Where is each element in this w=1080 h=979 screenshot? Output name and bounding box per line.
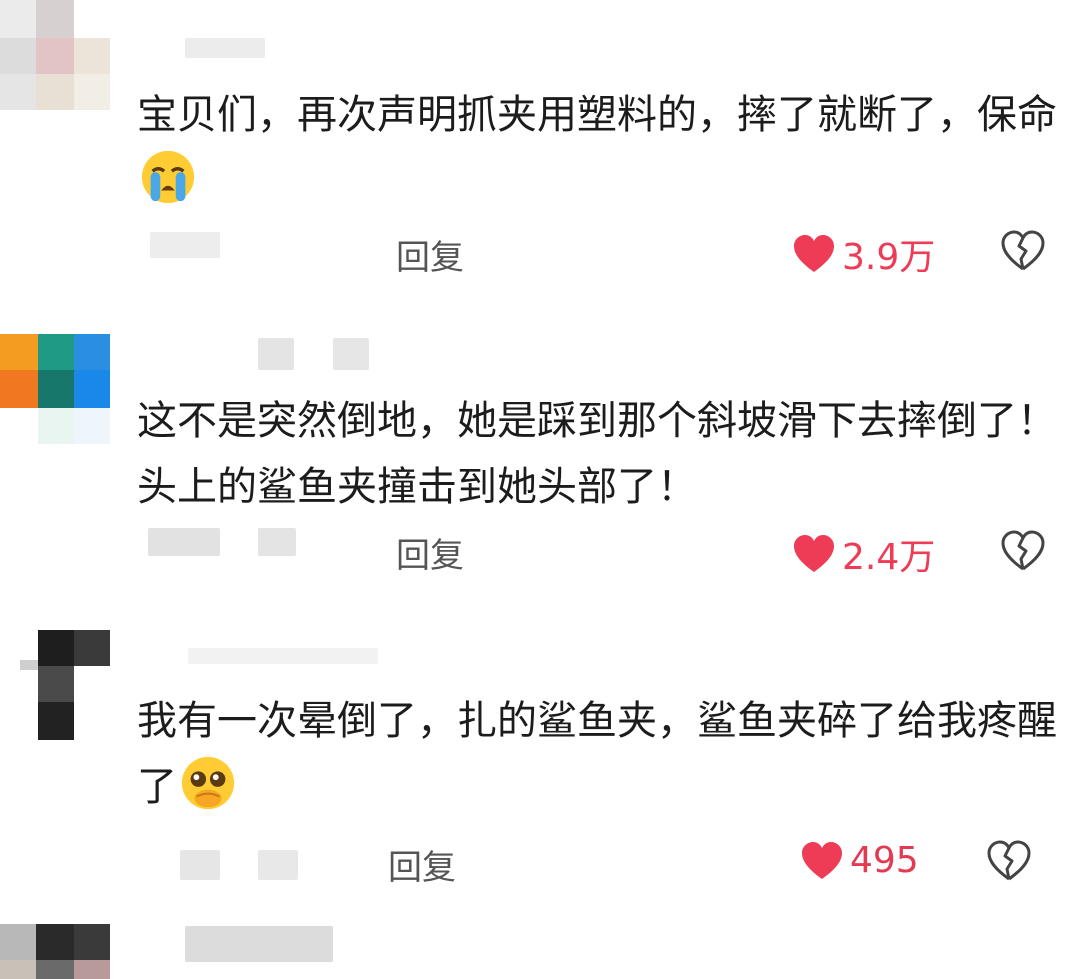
- avatar[interactable]: [0, 334, 110, 444]
- comment-text: 这不是突然倒地，她是踩到那个斜坡滑下去摔倒了！头上的鲨鱼夹撞击到她头部了！: [137, 398, 1057, 510]
- loudly-crying-face-icon: [141, 150, 195, 204]
- timestamp-blurred: [258, 850, 298, 880]
- like-button[interactable]: 495: [800, 840, 919, 881]
- comment-text: 宝贝们，再次声明抓夹用塑料的，摔了就断了，保命: [137, 82, 1057, 214]
- username-blurred[interactable]: [258, 338, 294, 370]
- reply-button[interactable]: 回复: [396, 230, 464, 279]
- pleading-face-icon: [181, 756, 235, 810]
- heart-icon: [794, 235, 834, 272]
- heart-icon: [794, 535, 834, 572]
- comment-item: 我有一次晕倒了，扎的鲨鱼夹，鲨鱼夹碎了给我疼醒了 回复 495: [0, 610, 1080, 910]
- like-count: 2.4万: [842, 537, 936, 578]
- broken-heart-icon[interactable]: [986, 840, 1032, 882]
- comment-item: 这不是突然倒地，她是踩到那个斜坡滑下去摔倒了！头上的鲨鱼夹撞击到她头部了！ 回复…: [0, 300, 1080, 610]
- heart-icon: [802, 841, 842, 879]
- comment-item: 宝贝们，再次声明抓夹用塑料的，摔了就断了，保命 回复 3.9万: [0, 0, 1080, 300]
- username-blurred[interactable]: [185, 38, 265, 58]
- avatar[interactable]: [0, 630, 110, 740]
- username-blurred[interactable]: [188, 648, 378, 664]
- like-count: 3.9万: [842, 237, 936, 278]
- broken-heart-icon[interactable]: [1000, 230, 1046, 272]
- like-count: 495: [850, 840, 919, 881]
- username-blurred: [333, 338, 369, 370]
- timestamp-blurred: [150, 232, 220, 258]
- avatar[interactable]: [0, 0, 110, 110]
- username-blurred[interactable]: [185, 926, 333, 962]
- comment-text: 我有一次晕倒了，扎的鲨鱼夹，鲨鱼夹碎了给我疼醒了: [137, 698, 1057, 810]
- timestamp-blurred: [148, 528, 220, 556]
- timestamp-blurred: [180, 850, 220, 880]
- reply-button[interactable]: 回复: [388, 840, 456, 889]
- like-button[interactable]: 3.9万: [792, 228, 935, 280]
- timestamp-blurred: [258, 528, 296, 556]
- comment-item: [0, 910, 1080, 979]
- avatar[interactable]: [0, 924, 110, 979]
- like-button[interactable]: 2.4万: [792, 528, 935, 580]
- broken-heart-icon[interactable]: [1000, 530, 1046, 572]
- reply-button[interactable]: 回复: [396, 528, 464, 577]
